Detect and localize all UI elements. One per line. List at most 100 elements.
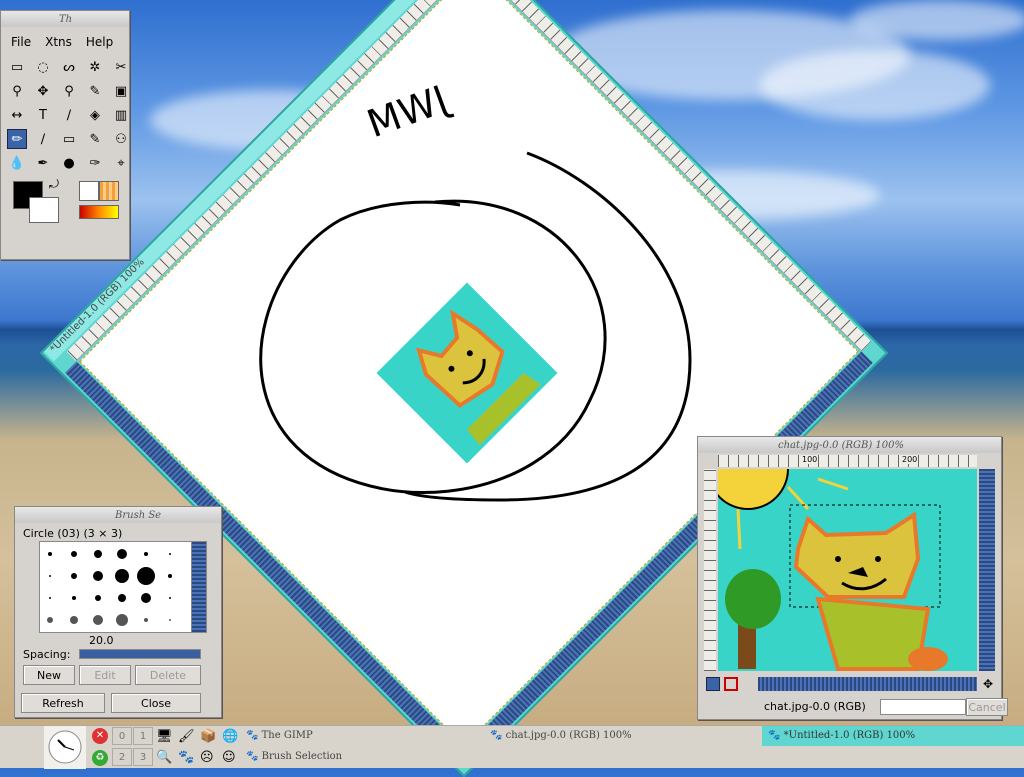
smiley-icon[interactable]: ☺	[222, 750, 236, 765]
brush-thumbnail	[169, 619, 171, 621]
brush-preview[interactable]	[79, 181, 99, 201]
chat-horizontal-ruler: 100 200	[718, 455, 977, 467]
new-brush-button[interactable]: New	[23, 665, 75, 685]
brush-thumbnail	[49, 597, 51, 599]
tool-button[interactable]: ᔕ	[59, 57, 79, 77]
tool-button[interactable]: ◌	[33, 57, 53, 77]
brush-thumbnails[interactable]	[40, 542, 206, 632]
brush-thumbnail	[141, 593, 151, 603]
task-label: The GIMP	[261, 730, 313, 741]
tool-button[interactable]: 💧	[7, 153, 27, 173]
recycle-icon[interactable]: ♻	[92, 750, 108, 766]
tool-button[interactable]: ▭	[7, 57, 27, 77]
globe-icon[interactable]: 🌐	[222, 729, 238, 744]
brush-thumbnail	[117, 549, 127, 559]
chat-cancel-button[interactable]: Cancel	[966, 698, 1008, 716]
magnifier-icon[interactable]: 🔍	[156, 750, 172, 765]
tool-button[interactable]: ✲	[85, 57, 105, 77]
task-label: chat.jpg-0.0 (RGB) 100%	[505, 730, 632, 741]
chat-horizontal-scrollbar[interactable]	[758, 677, 977, 691]
tool-button[interactable]: T	[33, 105, 53, 125]
menu-xtns[interactable]: Xtns	[45, 35, 72, 49]
bg-color-swatch[interactable]	[29, 197, 59, 223]
brush-thumbnail	[168, 574, 172, 578]
tool-button[interactable]: ✏	[7, 129, 27, 149]
chat-canvas[interactable]	[718, 469, 977, 671]
close-app-icon[interactable]: ✕	[92, 728, 108, 744]
workspace-3[interactable]: 3	[133, 748, 153, 766]
workspace-2[interactable]: 2	[112, 748, 132, 766]
tool-button[interactable]: ∕	[33, 129, 53, 149]
task-chat-image[interactable]: 🐾 chat.jpg-0.0 (RGB) 100%	[490, 730, 632, 741]
chat-status-label: chat.jpg-0.0 (RGB)	[764, 700, 866, 713]
brush-thumbnail	[137, 567, 155, 585]
toolbox-title: Th	[59, 13, 73, 25]
refresh-button[interactable]: Refresh	[21, 693, 105, 713]
chat-titlebar[interactable]: chat.jpg-0.0 (RGB) 100%	[698, 437, 1001, 453]
gradient-preview[interactable]	[79, 205, 119, 219]
tool-button[interactable]: ▭	[59, 129, 79, 149]
quick-mask-icon[interactable]	[706, 677, 720, 691]
package-icon[interactable]: 📦	[200, 729, 216, 744]
tool-button[interactable]: ✂	[111, 57, 131, 77]
tool-grid: ▭ ◌ ᔕ ✲ ✂ ⚲ ✥ ⚲ ✎ ▣ ↔ T ∕ ◈ ▥ ✏ ∕ ▭ ✎ ⚇ 💧 ✒ ● ✑ ⌖	[1, 53, 129, 177]
swap-colors-icon[interactable]: ⤾	[49, 177, 59, 192]
taskbar: ✕ ♻ 0 1 2 3 🖥 🖌 📦 🌐 🔍 🐾 ☹ ☺ 🐾 The GIMP 🐾…	[0, 725, 1024, 769]
menu-help[interactable]: Help	[86, 35, 113, 49]
toolbox-titlebar[interactable]: Th	[1, 11, 129, 27]
brush-thumbnail	[169, 597, 171, 599]
task-brush-selection[interactable]: 🐾 Brush Selection	[246, 751, 342, 762]
task-the-gimp[interactable]: 🐾 The GIMP	[246, 730, 313, 741]
chat-window-title: chat.jpg-0.0 (RGB) 100%	[778, 439, 905, 451]
task-label: *Untitled-1.0 (RGB) 100%	[783, 730, 916, 741]
tool-button[interactable]: ✎	[85, 81, 105, 101]
workspace-0[interactable]: 0	[112, 727, 132, 745]
tool-button[interactable]: ⚲	[59, 81, 79, 101]
brush-thumbnail	[47, 617, 53, 623]
tool-button[interactable]: ●	[59, 153, 79, 173]
brush-selection-dialog: Brush Se Circle (03) (3 × 3) 20.0 Spacin…	[14, 506, 222, 718]
wilber-icon[interactable]: 🐾	[178, 750, 194, 765]
tool-button[interactable]: ✥	[33, 81, 53, 101]
ruler-label: 200	[902, 455, 918, 464]
tool-button[interactable]: ⚇	[111, 129, 131, 149]
clock-icon	[44, 726, 86, 769]
chat-progress-bar	[880, 699, 966, 715]
tool-button[interactable]: ▣	[111, 81, 131, 101]
delete-brush-button[interactable]: Delete	[135, 665, 201, 685]
tool-button[interactable]: ⚲	[7, 81, 27, 101]
workspace-1[interactable]: 1	[133, 727, 153, 745]
brush-thumbnail	[116, 614, 128, 626]
brush-list-scrollbar[interactable]	[191, 541, 207, 633]
paint-icon[interactable]: 🖌	[178, 729, 195, 744]
tool-button[interactable]: ◈	[85, 105, 105, 125]
tool-button[interactable]: ▥	[111, 105, 131, 125]
tool-button[interactable]: ✎	[85, 129, 105, 149]
gimp-task-icon: 🐾	[246, 751, 259, 762]
monitor-icon[interactable]: 🖥	[156, 729, 173, 744]
brush-thumbnail	[71, 573, 77, 579]
selection-toggle-icon[interactable]	[724, 677, 738, 691]
close-button[interactable]: Close	[111, 693, 201, 713]
tool-button[interactable]: ↔	[7, 105, 27, 125]
tool-button[interactable]: ⌖	[111, 153, 131, 173]
chat-vertical-scrollbar[interactable]	[979, 469, 995, 671]
spacing-slider[interactable]	[79, 649, 201, 659]
task-label: Brush Selection	[261, 751, 343, 762]
tool-button[interactable]: ∕	[59, 105, 79, 125]
brush-thumbnail	[48, 552, 52, 556]
brush-titlebar[interactable]: Brush Se	[15, 507, 221, 523]
chat-painting	[718, 469, 948, 671]
tool-button[interactable]: ✒	[33, 153, 53, 173]
task-untitled-image[interactable]: 🐾 *Untitled-1.0 (RGB) 100%	[762, 726, 1024, 746]
gimp-toolbox: Th File Xtns Help ▭ ◌ ᔕ ✲ ✂ ⚲ ✥ ⚲ ✎ ▣ ↔ T ∕ ◈ ▥ ✏ ∕ ▭ ✎ ⚇ 💧 ✒…	[0, 10, 130, 260]
brush-thumbnail	[93, 615, 103, 625]
edit-brush-button[interactable]: Edit	[79, 665, 131, 685]
chat-image-window: chat.jpg-0.0 (RGB) 100% 100 200 ✥ chat.j…	[697, 436, 1008, 720]
tool-button[interactable]: ✑	[85, 153, 105, 173]
navigate-icon[interactable]: ✥	[983, 677, 993, 691]
brush-thumbnail	[70, 616, 78, 624]
menu-file[interactable]: File	[11, 35, 31, 49]
pattern-preview[interactable]	[99, 181, 119, 201]
face-icon[interactable]: ☹	[200, 750, 214, 765]
